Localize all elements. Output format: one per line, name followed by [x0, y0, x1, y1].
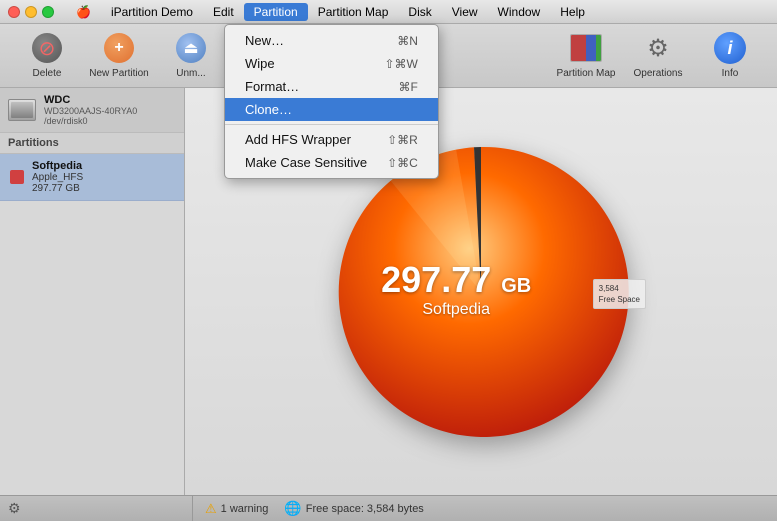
partition-info: Softpedia Apple_HFS 297.77 GB — [32, 160, 83, 194]
operations-label: Operations — [634, 68, 683, 79]
partitions-header: Partitions — [0, 133, 184, 154]
partition-map-button[interactable]: Partition Map — [551, 28, 621, 84]
maximize-button[interactable] — [42, 6, 54, 18]
pie-legend: 3,584 Free Space — [593, 279, 646, 309]
menu-edit[interactable]: Edit — [203, 3, 244, 21]
new-partition-button[interactable]: New Partition — [84, 28, 154, 84]
delete-label: Delete — [33, 68, 62, 79]
menu-help[interactable]: Help — [550, 3, 595, 21]
gear-icon: ⚙ — [647, 34, 669, 63]
drive-info: WDC WD3200AAJS-40RYA0 /dev/rdisk0 — [44, 94, 137, 126]
menu-disk[interactable]: Disk — [398, 3, 441, 21]
menu-item-clone[interactable]: Clone… — [225, 98, 438, 121]
drive-icon — [8, 99, 36, 121]
menu-item-format[interactable]: Format… ⌘F — [225, 75, 438, 98]
statusbar: ⚙ ⚠ 1 warning 🌐 Free space: 3,584 bytes — [0, 495, 777, 521]
menu-item-case-sensitive[interactable]: Make Case Sensitive ⇧⌘C — [225, 151, 438, 174]
partition-item[interactable]: Softpedia Apple_HFS 297.77 GB — [0, 154, 184, 201]
menu-item-add-hfs[interactable]: Add HFS Wrapper ⇧⌘R — [225, 128, 438, 151]
partition-color-swatch — [10, 170, 24, 184]
menu-item-wipe[interactable]: Wipe ⇧⌘W — [225, 52, 438, 75]
unmount-label: Unm... — [176, 68, 205, 79]
partition-map-icon — [570, 32, 602, 64]
traffic-lights — [8, 6, 54, 18]
new-partition-label: New Partition — [89, 68, 148, 79]
drive-item[interactable]: WDC WD3200AAJS-40RYA0 /dev/rdisk0 — [0, 88, 184, 133]
menu-partition[interactable]: Partition — [244, 3, 308, 21]
status-right: ⚠ 1 warning 🌐 Free space: 3,584 bytes — [193, 500, 769, 517]
warning-text: 1 warning — [221, 503, 269, 515]
freespace-status: 🌐 Free space: 3,584 bytes — [284, 500, 423, 517]
info-icon: i — [714, 32, 746, 64]
new-partition-icon — [103, 32, 135, 64]
warning-icon: ⚠ — [205, 501, 217, 517]
unmount-icon — [175, 32, 207, 64]
menu-item-new[interactable]: New… ⌘N — [225, 29, 438, 52]
freespace-text: Free space: 3,584 bytes — [306, 503, 424, 515]
partition-name: Softpedia — [32, 160, 83, 172]
menu-apple[interactable]: 🍎 — [66, 3, 101, 21]
unmount-button[interactable]: Unm... — [156, 28, 226, 84]
drive-device: /dev/rdisk0 — [44, 116, 137, 126]
status-left: ⚙ — [8, 496, 193, 521]
globe-icon: 🌐 — [284, 500, 301, 517]
partition-map-label: Partition Map — [557, 68, 616, 79]
menu-partition-map[interactable]: Partition Map — [308, 3, 399, 21]
settings-icon[interactable]: ⚙ — [8, 500, 21, 517]
partition-size: 297.77 GB — [32, 183, 83, 194]
delete-button[interactable]: Delete — [12, 28, 82, 84]
minimize-button[interactable] — [25, 6, 37, 18]
drive-model: WD3200AAJS-40RYA0 — [44, 106, 137, 116]
info-label: Info — [722, 68, 739, 79]
info-icon-container: i — [714, 32, 746, 64]
menu-window[interactable]: Window — [488, 3, 551, 21]
close-button[interactable] — [8, 6, 20, 18]
warning-status[interactable]: ⚠ 1 warning — [205, 501, 268, 517]
menu-app-name[interactable]: iPartition Demo — [101, 3, 203, 21]
operations-button[interactable]: ⚙ Operations — [623, 28, 693, 84]
sidebar: WDC WD3200AAJS-40RYA0 /dev/rdisk0 Partit… — [0, 88, 185, 495]
delete-icon — [31, 32, 63, 64]
operations-icon: ⚙ — [642, 32, 674, 64]
titlebar: 🍎 iPartition Demo Edit Partition Partiti… — [0, 0, 777, 24]
menu-view[interactable]: View — [442, 3, 488, 21]
info-button[interactable]: i Info — [695, 28, 765, 84]
partition-type: Apple_HFS — [32, 172, 83, 183]
menu-separator — [225, 124, 438, 125]
pie-chart: 297.77 GB Softpedia 3,584 Free Space — [326, 137, 636, 447]
drive-name: WDC — [44, 94, 137, 106]
partition-dropdown-menu[interactable]: New… ⌘N Wipe ⇧⌘W Format… ⌘F Clone… Add H… — [224, 24, 439, 179]
